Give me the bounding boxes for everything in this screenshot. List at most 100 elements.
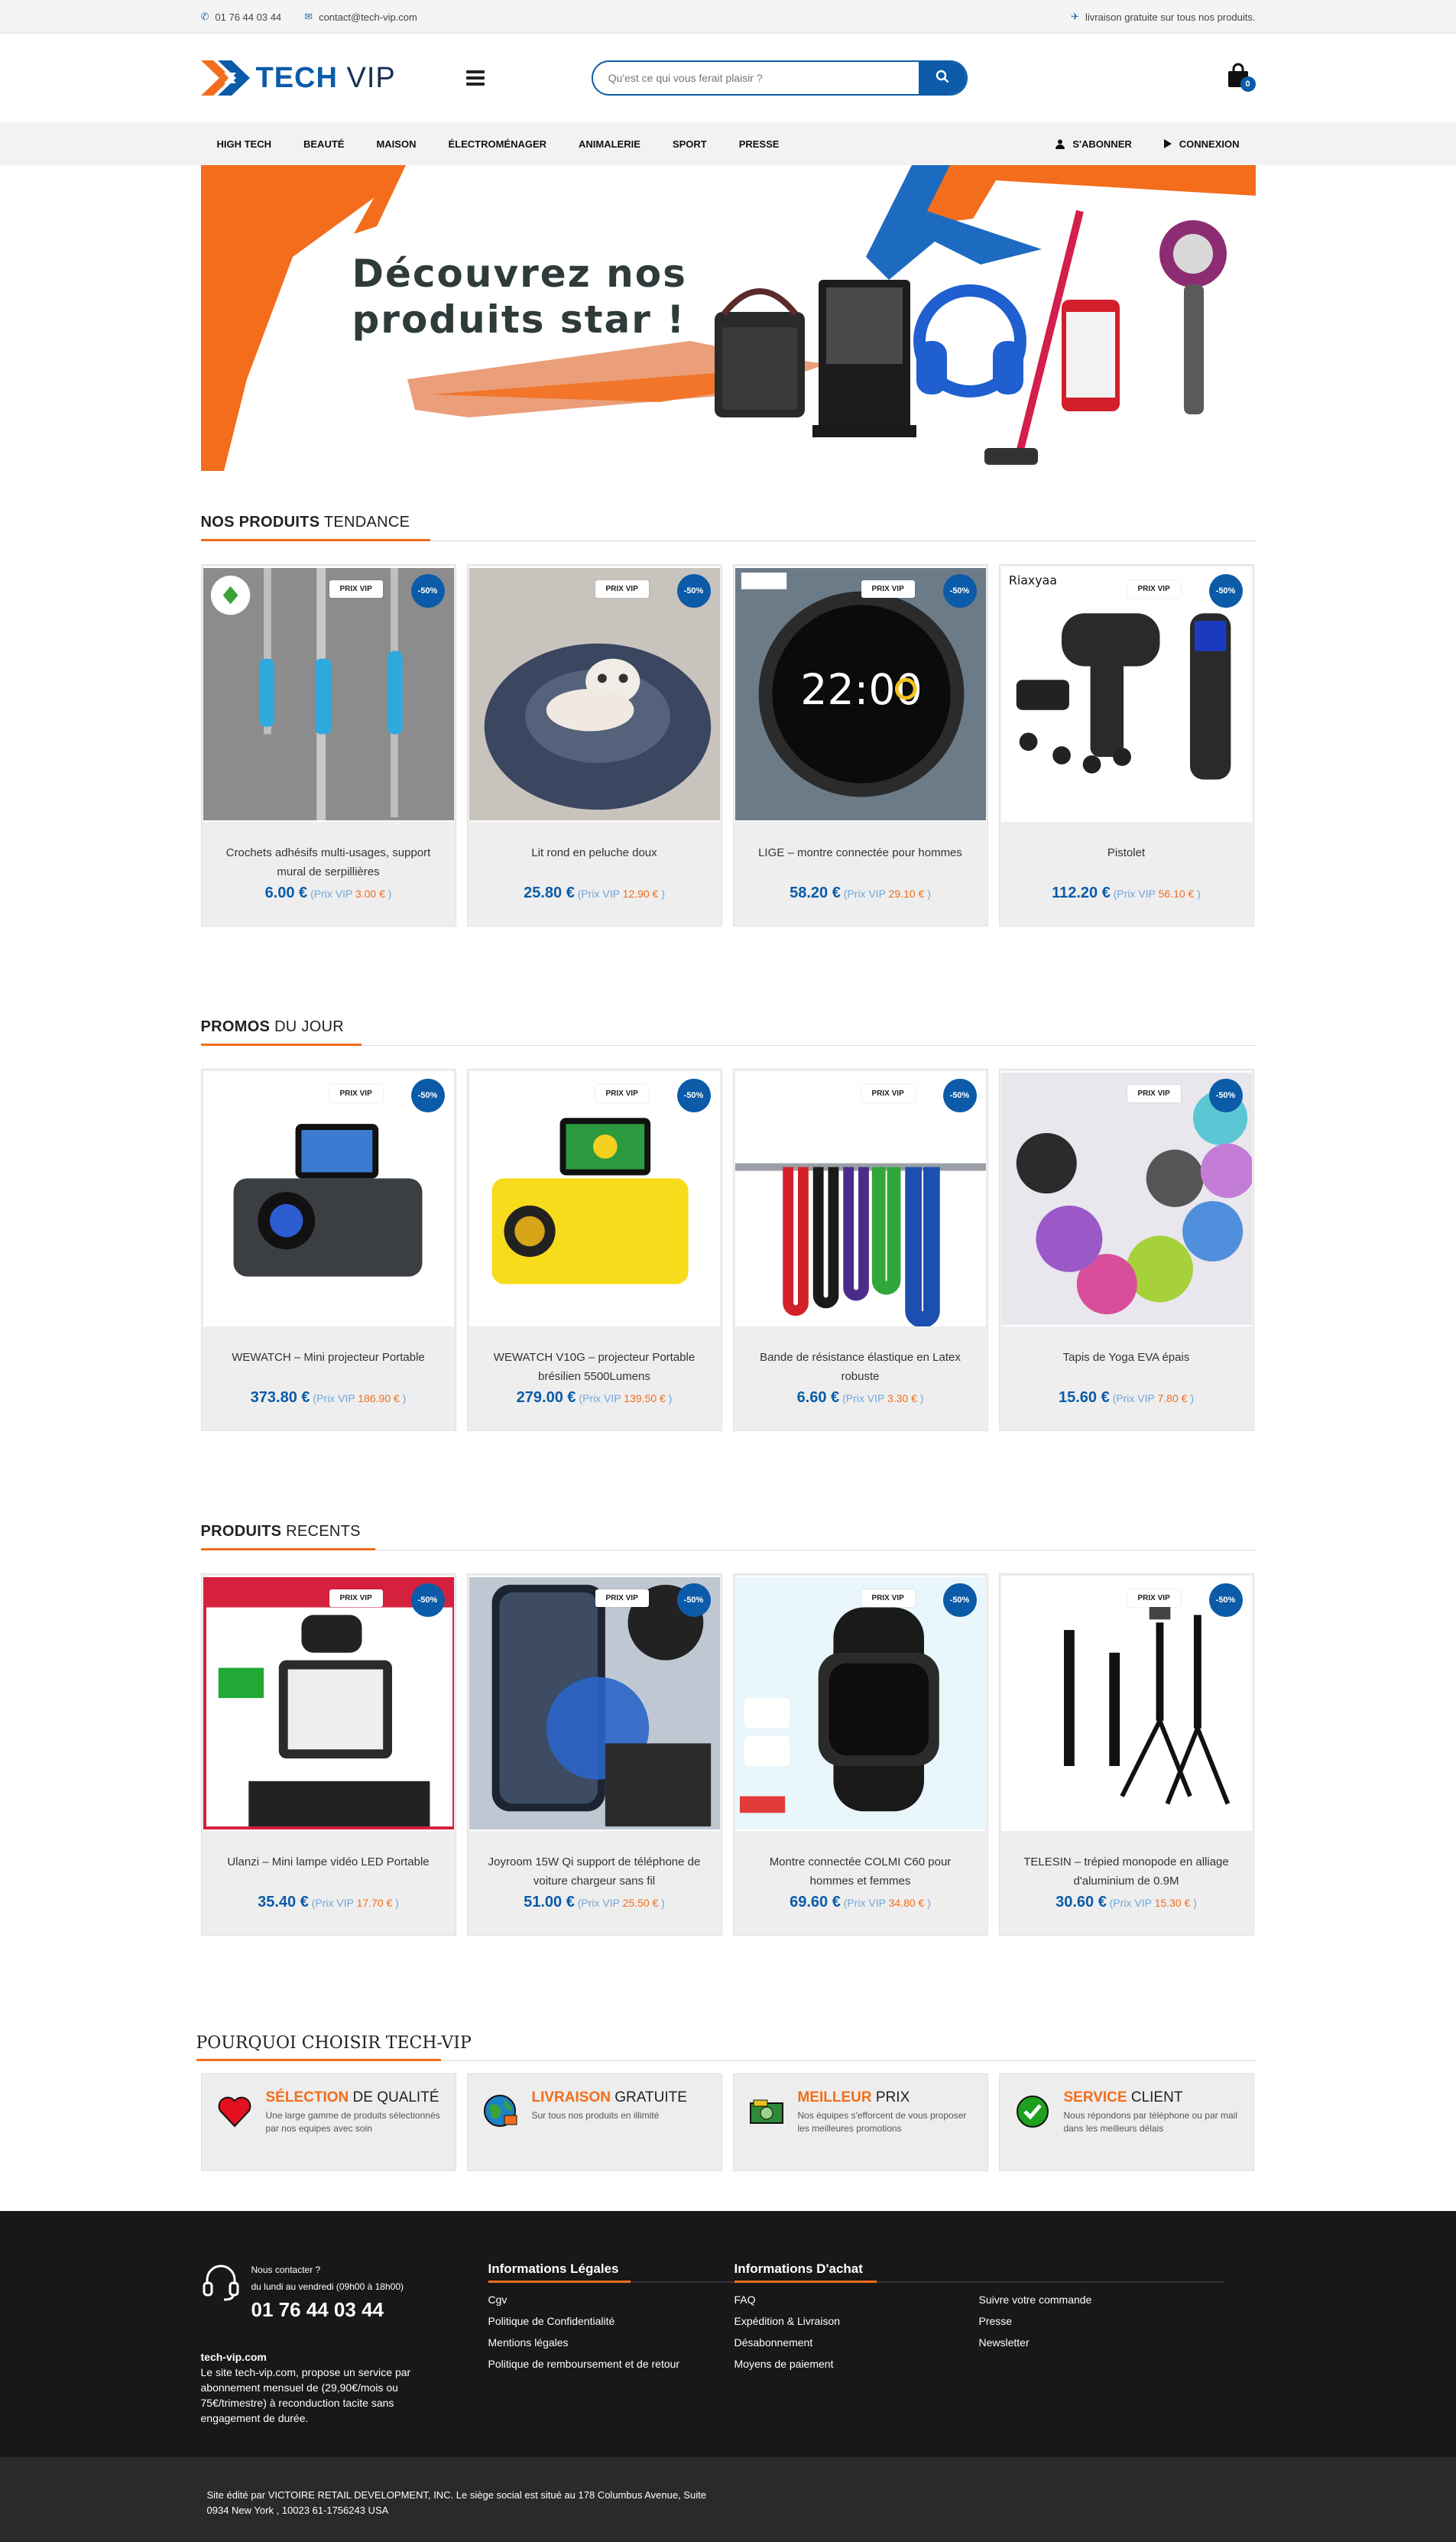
menu-burger-icon[interactable] bbox=[465, 70, 485, 86]
why-card-quality: SÉLECTION DE QUALITÉ Une large gamme de p… bbox=[200, 2073, 456, 2171]
product-name[interactable]: WEWATCH V10G – projecteur Portable brési… bbox=[468, 1328, 722, 1388]
product-name[interactable]: Lit rond en peluche doux bbox=[468, 823, 722, 883]
svg-text:Riaxyaa: Riaxyaa bbox=[1008, 573, 1056, 588]
logo[interactable]: TECH VIP bbox=[200, 57, 396, 99]
product-price: 6.00 € (Prix VIP 3.00 € ) bbox=[264, 885, 392, 901]
vip-price-tag: PRIX VIP bbox=[1127, 580, 1181, 598]
product-card[interactable]: PRIX VIP -50% Tapis de Yoga EVA épais 15… bbox=[998, 1069, 1254, 1431]
vip-price-tag: PRIX VIP bbox=[329, 1085, 383, 1102]
product-card[interactable]: PRIX VIP -50% Ulanzi – Mini lampe vidéo … bbox=[200, 1573, 456, 1936]
play-arrow-icon bbox=[1163, 139, 1172, 148]
footer-link-cgv[interactable]: Cgv bbox=[488, 2289, 734, 2310]
product-card[interactable]: PRIX VIP -50% Crochets adhésifs multi-us… bbox=[200, 564, 456, 927]
topbar-phone[interactable]: ✆ 01 76 44 03 44 bbox=[201, 11, 282, 23]
discount-badge: -50% bbox=[676, 1079, 711, 1112]
product-grid: PRIX VIP -50% WEWATCH – Mini projecteur … bbox=[200, 1069, 1256, 1431]
search-input[interactable] bbox=[592, 62, 919, 94]
product-image[interactable]: PRIX VIP -50% bbox=[1000, 1071, 1252, 1326]
product-card[interactable]: PRIX VIP -50% Lit rond en peluche doux 2… bbox=[466, 564, 722, 927]
footer-phone[interactable]: 01 76 44 03 44 bbox=[251, 2298, 404, 2322]
product-card[interactable]: PRIX VIP -50% WEWATCH V10G – projecteur … bbox=[466, 1069, 722, 1431]
footer-link-press[interactable]: Presse bbox=[979, 2310, 1224, 2332]
product-image[interactable]: PRIX VIP -50% bbox=[469, 1576, 720, 1831]
product-card[interactable]: PRIX VIP -50% Bande de résistance élasti… bbox=[732, 1069, 988, 1431]
product-image[interactable]: Riaxyaa PRIX VIP -50% bbox=[1000, 567, 1252, 822]
product-card[interactable]: PRIX VIP -50% WEWATCH – Mini projecteur … bbox=[200, 1069, 456, 1431]
product-image[interactable]: 22:00 PRIX VIP -50% bbox=[734, 567, 986, 822]
product-image[interactable]: PRIX VIP -50% bbox=[734, 1576, 986, 1831]
discount-badge: -50% bbox=[1208, 1583, 1243, 1617]
product-price: 6.60 € (Prix VIP 3.30 € ) bbox=[796, 1389, 924, 1406]
nav-item-electromenager[interactable]: ÉLECTROMÉNAGER bbox=[432, 138, 563, 150]
section-title: PRODUITS RECENTS bbox=[200, 1508, 1256, 1550]
product-card[interactable]: PRIX VIP -50% Montre connectée COLMI C60… bbox=[732, 1573, 988, 1936]
topbar-email[interactable]: ✉ contact@tech-vip.com bbox=[304, 11, 417, 23]
footer-link-shipping[interactable]: Expédition & Livraison bbox=[734, 2310, 979, 2332]
product-price: 35.40 € (Prix VIP 17.70 € ) bbox=[258, 1894, 399, 1911]
product-card[interactable]: 22:00 PRIX VIP -50% LIGE – montre connec… bbox=[732, 564, 988, 927]
plane-icon: ✈ bbox=[1071, 11, 1079, 22]
footer-link-mentions[interactable]: Mentions légales bbox=[488, 2332, 734, 2353]
footer-link-faq[interactable]: FAQ bbox=[734, 2289, 979, 2310]
product-name[interactable]: Crochets adhésifs multi-usages, support … bbox=[202, 823, 456, 883]
why-grid: SÉLECTION DE QUALITÉ Une large gamme de p… bbox=[200, 2073, 1256, 2171]
product-image[interactable]: PRIX VIP -50% bbox=[469, 567, 720, 822]
nav-item-sport[interactable]: SPORT bbox=[657, 138, 723, 150]
nav-item-presse[interactable]: PRESSE bbox=[723, 138, 796, 150]
logo-x-icon bbox=[200, 60, 250, 96]
product-name[interactable]: Bande de résistance élastique en Latex r… bbox=[734, 1328, 987, 1388]
nav-item-beaute[interactable]: BEAUTÉ bbox=[287, 138, 360, 150]
product-name[interactable]: WEWATCH – Mini projecteur Portable bbox=[202, 1328, 456, 1388]
product-name[interactable]: Pistolet bbox=[1000, 823, 1253, 883]
product-image[interactable]: PRIX VIP -50% bbox=[1000, 1576, 1252, 1831]
product-name[interactable]: TELESIN – trépied monopode en alliage d'… bbox=[1000, 1833, 1253, 1892]
footer-link-payment[interactable]: Moyens de paiement bbox=[734, 2353, 979, 2375]
footer-link-track-order[interactable]: Suivre votre commande bbox=[979, 2289, 1224, 2310]
vip-price-tag: PRIX VIP bbox=[1127, 1085, 1181, 1102]
footer-buy-col: Informations D'achat FAQ Expédition & Li… bbox=[734, 2261, 1224, 2426]
product-image[interactable]: PRIX VIP -50% bbox=[203, 1576, 454, 1831]
product-card[interactable]: Riaxyaa PRIX VIP -50% Pistolet 112.20 € … bbox=[998, 564, 1254, 927]
login-link[interactable]: CONNEXION bbox=[1148, 138, 1256, 150]
product-name[interactable]: Ulanzi – Mini lampe vidéo LED Portable bbox=[202, 1833, 456, 1892]
vip-price-tag: PRIX VIP bbox=[595, 580, 649, 598]
product-image[interactable]: PRIX VIP -50% bbox=[203, 567, 454, 822]
product-price: 51.00 € (Prix VIP 25.50 € ) bbox=[524, 1894, 665, 1911]
footer-link-refund[interactable]: Politique de remboursement et de retour bbox=[488, 2353, 734, 2375]
product-price: 30.60 € (Prix VIP 15.30 € ) bbox=[1056, 1894, 1197, 1911]
product-price: 69.60 € (Prix VIP 34.80 € ) bbox=[790, 1894, 931, 1911]
product-name[interactable]: Joyroom 15W Qi support de téléphone de v… bbox=[468, 1833, 722, 1892]
search-button[interactable] bbox=[918, 62, 966, 94]
logo-vip: VIP bbox=[346, 61, 396, 94]
product-grid: PRIX VIP -50% Crochets adhésifs multi-us… bbox=[200, 564, 1256, 927]
product-card[interactable]: PRIX VIP -50% TELESIN – trépied monopode… bbox=[998, 1573, 1254, 1936]
section-title: PROMOS DU JOUR bbox=[200, 1003, 1256, 1046]
product-card[interactable]: PRIX VIP -50% Joyroom 15W Qi support de … bbox=[466, 1573, 722, 1936]
product-image[interactable]: PRIX VIP -50% bbox=[203, 1071, 454, 1326]
product-image[interactable]: PRIX VIP -50% bbox=[734, 1071, 986, 1326]
vip-price-tag: PRIX VIP bbox=[329, 1589, 383, 1607]
product-price: 373.80 € (Prix VIP 186.90 € ) bbox=[250, 1389, 407, 1406]
product-price: 15.60 € (Prix VIP 7.80 € ) bbox=[1059, 1389, 1194, 1406]
product-price: 58.20 € (Prix VIP 29.10 € ) bbox=[790, 885, 931, 901]
footer-link-unsubscribe[interactable]: Désabonnement bbox=[734, 2332, 979, 2353]
why-section-title: POURQUOI CHOISIR TECH-VIP bbox=[196, 2024, 1256, 2061]
product-image[interactable]: PRIX VIP -50% bbox=[469, 1071, 720, 1326]
product-name[interactable]: Tapis de Yoga EVA épais bbox=[1000, 1328, 1253, 1388]
vip-price-tag: PRIX VIP bbox=[1127, 1589, 1181, 1607]
top-bar: ✆ 01 76 44 03 44 ✉ contact@tech-vip.com … bbox=[0, 0, 1456, 34]
discount-badge: -50% bbox=[942, 1583, 977, 1617]
subscribe-link[interactable]: S'ABONNER bbox=[1039, 138, 1148, 150]
product-name[interactable]: Montre connectée COLMI C60 pour hommes e… bbox=[734, 1833, 987, 1892]
nav-item-animalerie[interactable]: ANIMALERIE bbox=[563, 138, 657, 150]
nav-item-maison[interactable]: MAISON bbox=[360, 138, 432, 150]
hero-banner[interactable]: Découvrez nos produits star ! bbox=[200, 165, 1256, 471]
footer-link-newsletter[interactable]: Newsletter bbox=[979, 2332, 1224, 2353]
money-icon bbox=[749, 2099, 783, 2124]
discount-badge: -50% bbox=[1208, 1079, 1243, 1112]
cart-button[interactable]: 0 bbox=[1227, 63, 1256, 93]
nav-item-high-tech[interactable]: HIGH TECH bbox=[201, 138, 288, 150]
product-name[interactable]: LIGE – montre connectée pour hommes bbox=[734, 823, 987, 883]
footer-link-privacy[interactable]: Politique de Confidentialité bbox=[488, 2310, 734, 2332]
search-form bbox=[591, 60, 968, 96]
